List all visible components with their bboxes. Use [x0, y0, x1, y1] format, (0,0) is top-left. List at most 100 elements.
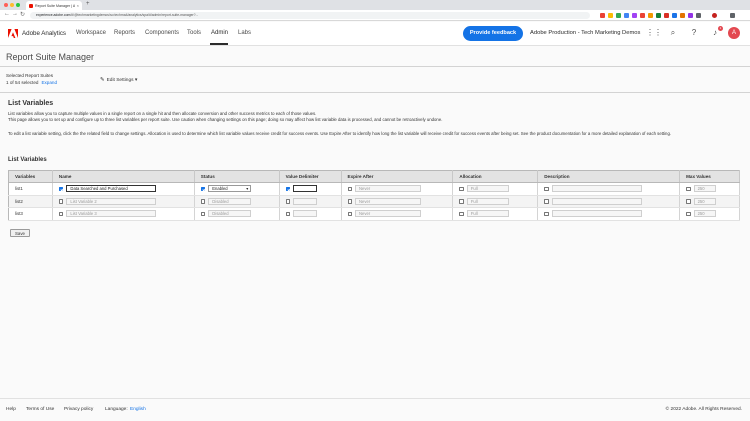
- allocation-checkbox[interactable]: [459, 211, 464, 216]
- extension-icon[interactable]: [680, 13, 685, 18]
- max-values-checkbox[interactable]: [686, 186, 691, 191]
- url-input[interactable]: experience.adobe.com/#/@techmarketingdem…: [30, 12, 590, 19]
- search-icon[interactable]: ⌕: [667, 27, 679, 39]
- minimize-window-icon[interactable]: [10, 3, 14, 7]
- description-checkbox[interactable]: [544, 211, 549, 216]
- delimiter-checkbox[interactable]: [285, 199, 291, 204]
- tab-close-icon[interactable]: ×: [77, 3, 79, 8]
- extension-icon[interactable]: [664, 13, 669, 18]
- delimiter-checkbox[interactable]: [285, 211, 291, 216]
- tab-title: Report Suite Manager | Adobe: [35, 3, 75, 8]
- name-checkbox[interactable]: [58, 186, 64, 191]
- expire-checkbox[interactable]: [347, 211, 353, 216]
- maximize-window-icon[interactable]: [16, 3, 20, 7]
- footer-privacy-link[interactable]: Privacy policy: [64, 407, 93, 412]
- name-checkbox[interactable]: [58, 211, 64, 216]
- max-values-checkbox[interactable]: [686, 211, 691, 216]
- extension-icon[interactable]: [688, 13, 693, 18]
- divider: [0, 66, 750, 67]
- allocation-select[interactable]: Full: [466, 185, 509, 193]
- description-cell: [537, 195, 681, 208]
- help-icon[interactable]: ?: [688, 27, 700, 39]
- name-input[interactable]: Data Searched and Purchased: [66, 185, 157, 193]
- description-input[interactable]: [551, 197, 642, 205]
- allocation-checkbox[interactable]: [459, 186, 464, 191]
- avatar[interactable]: A: [728, 27, 740, 39]
- extension-icon[interactable]: [696, 13, 701, 18]
- status-checkbox[interactable]: [200, 211, 206, 216]
- description-checkbox[interactable]: [544, 186, 549, 191]
- edit-settings-dropdown[interactable]: ✎ Edit Settings ▾: [100, 77, 137, 83]
- extension-icon[interactable]: [616, 13, 621, 18]
- apps-icon[interactable]: ⋮⋮: [646, 27, 662, 39]
- delimiter-cell: [279, 182, 342, 196]
- edit-settings-label: Edit Settings: [106, 78, 134, 83]
- name-cell: Data Searched and Purchased: [52, 182, 195, 196]
- footer-language-link[interactable]: English: [130, 407, 146, 412]
- extension-icon[interactable]: [648, 13, 653, 18]
- back-icon[interactable]: ←: [4, 11, 10, 17]
- menu-tools[interactable]: Tools: [187, 30, 201, 36]
- status-checkbox[interactable]: [200, 186, 206, 191]
- extension-icon[interactable]: [632, 13, 637, 18]
- delimiter-input[interactable]: [293, 210, 318, 218]
- expire-select[interactable]: Never: [355, 185, 422, 193]
- browser-tab[interactable]: Report Suite Manager | Adobe ×: [26, 1, 82, 10]
- extension-icon[interactable]: [624, 13, 629, 18]
- expire-checkbox[interactable]: [347, 199, 353, 204]
- extension-icon[interactable]: [600, 13, 605, 18]
- description-input[interactable]: [551, 210, 642, 218]
- provide-feedback-button[interactable]: Provide feedback: [463, 26, 523, 41]
- expire-checkbox[interactable]: [347, 186, 353, 191]
- delimiter-input[interactable]: [293, 197, 318, 205]
- extension-icon[interactable]: [640, 13, 645, 18]
- profile-icon[interactable]: [712, 13, 717, 18]
- expand-link[interactable]: Expand: [41, 80, 57, 85]
- menu-icon[interactable]: [730, 13, 735, 18]
- org-switcher[interactable]: Adobe Production - Tech Marketing Demos: [530, 30, 640, 36]
- col-expire-after: Expire After: [341, 170, 454, 183]
- description-cell: [537, 182, 681, 196]
- max-values-checkbox[interactable]: [686, 199, 691, 204]
- description-cell: [537, 207, 681, 221]
- menu-components[interactable]: Components: [145, 30, 179, 36]
- new-tab-icon[interactable]: +: [86, 1, 90, 7]
- max-values-input[interactable]: 250: [693, 185, 716, 193]
- allocation-checkbox[interactable]: [459, 199, 464, 204]
- description-checkbox[interactable]: [544, 199, 549, 204]
- close-window-icon[interactable]: [4, 3, 8, 7]
- status-select[interactable]: Disabled: [208, 197, 252, 205]
- menu-reports[interactable]: Reports: [114, 30, 135, 36]
- description-input[interactable]: [551, 185, 642, 193]
- name-input[interactable]: List Variable 3: [66, 210, 157, 218]
- allocation-select[interactable]: Full: [466, 197, 509, 205]
- selected-report-suites-label: Selected Report Suites: [6, 73, 53, 78]
- name-cell: List Variable 2: [52, 195, 195, 208]
- adobe-favicon-icon: [29, 3, 33, 8]
- max-values-input[interactable]: 250: [693, 197, 716, 205]
- extension-icon[interactable]: [672, 13, 677, 18]
- extension-icon[interactable]: [608, 13, 613, 18]
- name-checkbox[interactable]: [58, 199, 64, 204]
- reload-icon[interactable]: ↻: [20, 11, 25, 18]
- delimiter-checkbox[interactable]: [285, 186, 291, 191]
- expire-select[interactable]: Never: [355, 210, 422, 218]
- footer-help-link[interactable]: Help: [6, 407, 16, 412]
- status-checkbox[interactable]: [200, 199, 206, 204]
- max-values-input[interactable]: 250: [693, 210, 716, 218]
- status-select[interactable]: Disabled: [208, 210, 252, 218]
- footer: Help Terms of Use Privacy policy Languag…: [0, 398, 750, 421]
- menu-workspace[interactable]: Workspace: [76, 30, 106, 36]
- menu-admin[interactable]: Admin: [211, 30, 228, 36]
- save-button[interactable]: Save: [10, 229, 30, 237]
- name-input[interactable]: List Variable 2: [66, 197, 157, 205]
- extension-icon[interactable]: [656, 13, 661, 18]
- menu-labs[interactable]: Labs: [238, 30, 251, 36]
- forward-icon[interactable]: →: [12, 11, 18, 17]
- delimiter-input[interactable]: [293, 185, 318, 193]
- expire-select[interactable]: Never: [355, 197, 422, 205]
- status-select[interactable]: Enabled ▾: [208, 185, 252, 193]
- product-name[interactable]: Adobe Analytics: [22, 30, 66, 37]
- allocation-select[interactable]: Full: [466, 210, 509, 218]
- footer-terms-link[interactable]: Terms of Use: [26, 407, 54, 412]
